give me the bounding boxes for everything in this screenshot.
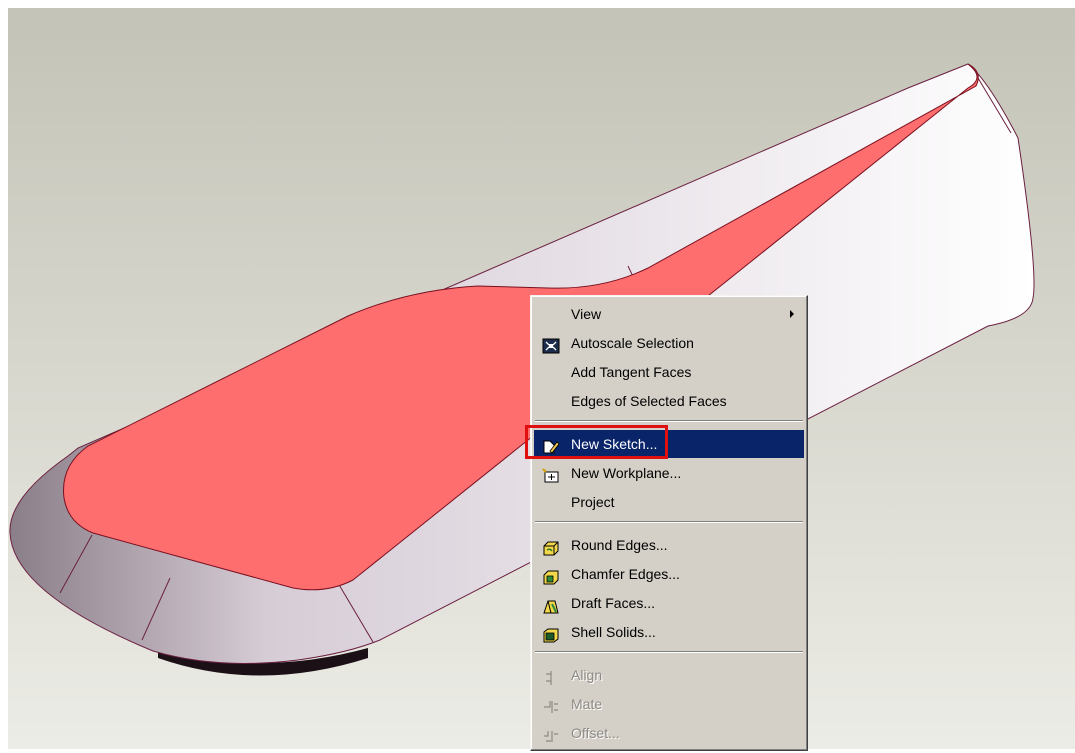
menu-item-label: Project <box>571 494 615 510</box>
menu-item-label: Edges of Selected Faces <box>571 393 727 409</box>
context-menu: View Autoscale Selection Add Tangent Fac… <box>530 295 808 751</box>
menu-item-chamfer-edges[interactable]: Chamfer Edges... <box>534 560 804 588</box>
draft-faces-icon <box>542 595 560 614</box>
menu-item-label: New Sketch... <box>571 436 658 452</box>
sketch-pencil-icon <box>542 436 560 454</box>
menu-item-edges-of-selected-faces[interactable]: Edges of Selected Faces <box>534 387 804 415</box>
menu-item-label: Add Tangent Faces <box>571 364 692 380</box>
shell-solids-icon <box>542 624 560 643</box>
menu-item-new-workplane[interactable]: New Workplane... <box>534 459 804 487</box>
menu-separator <box>535 651 803 653</box>
menu-separator <box>535 420 803 422</box>
mate-icon <box>542 696 560 713</box>
menu-item-label: View <box>571 306 602 322</box>
menu-separator <box>535 521 803 523</box>
menu-item-label: Mate <box>571 696 603 712</box>
menu-item-autoscale-selection[interactable]: Autoscale Selection <box>534 329 804 357</box>
menu-item-offset: Offset... <box>534 719 804 747</box>
menu-item-new-sketch[interactable]: New Sketch... <box>534 430 804 458</box>
menu-item-label: Chamfer Edges... <box>571 566 680 582</box>
menu-item-shell-solids[interactable]: Shell Solids... <box>534 618 804 646</box>
menu-item-view[interactable]: View <box>534 300 804 328</box>
menu-item-label: Offset... <box>571 725 620 741</box>
align-icon <box>542 667 560 685</box>
menu-item-round-edges[interactable]: Round Edges... <box>534 531 804 559</box>
chamfer-edges-icon <box>542 566 560 585</box>
menu-item-label: New Workplane... <box>571 465 682 481</box>
menu-item-label: Autoscale Selection <box>571 335 694 351</box>
menu-item-label: Draft Faces... <box>571 595 656 611</box>
menu-item-label: Round Edges... <box>571 537 668 553</box>
round-edges-icon <box>542 537 560 556</box>
menu-item-label: Align <box>571 667 603 683</box>
workplane-icon <box>542 465 560 483</box>
menu-item-label: Shell Solids... <box>571 624 656 640</box>
submenu-arrow-icon <box>790 310 794 318</box>
autoscale-icon <box>542 335 560 354</box>
menu-item-align: Align <box>534 661 804 689</box>
menu-item-project[interactable]: Project <box>534 488 804 516</box>
menu-item-add-tangent-faces[interactable]: Add Tangent Faces <box>534 358 804 386</box>
offset-icon <box>542 725 560 742</box>
menu-item-mate: Mate <box>534 690 804 718</box>
menu-item-draft-faces[interactable]: Draft Faces... <box>534 589 804 617</box>
